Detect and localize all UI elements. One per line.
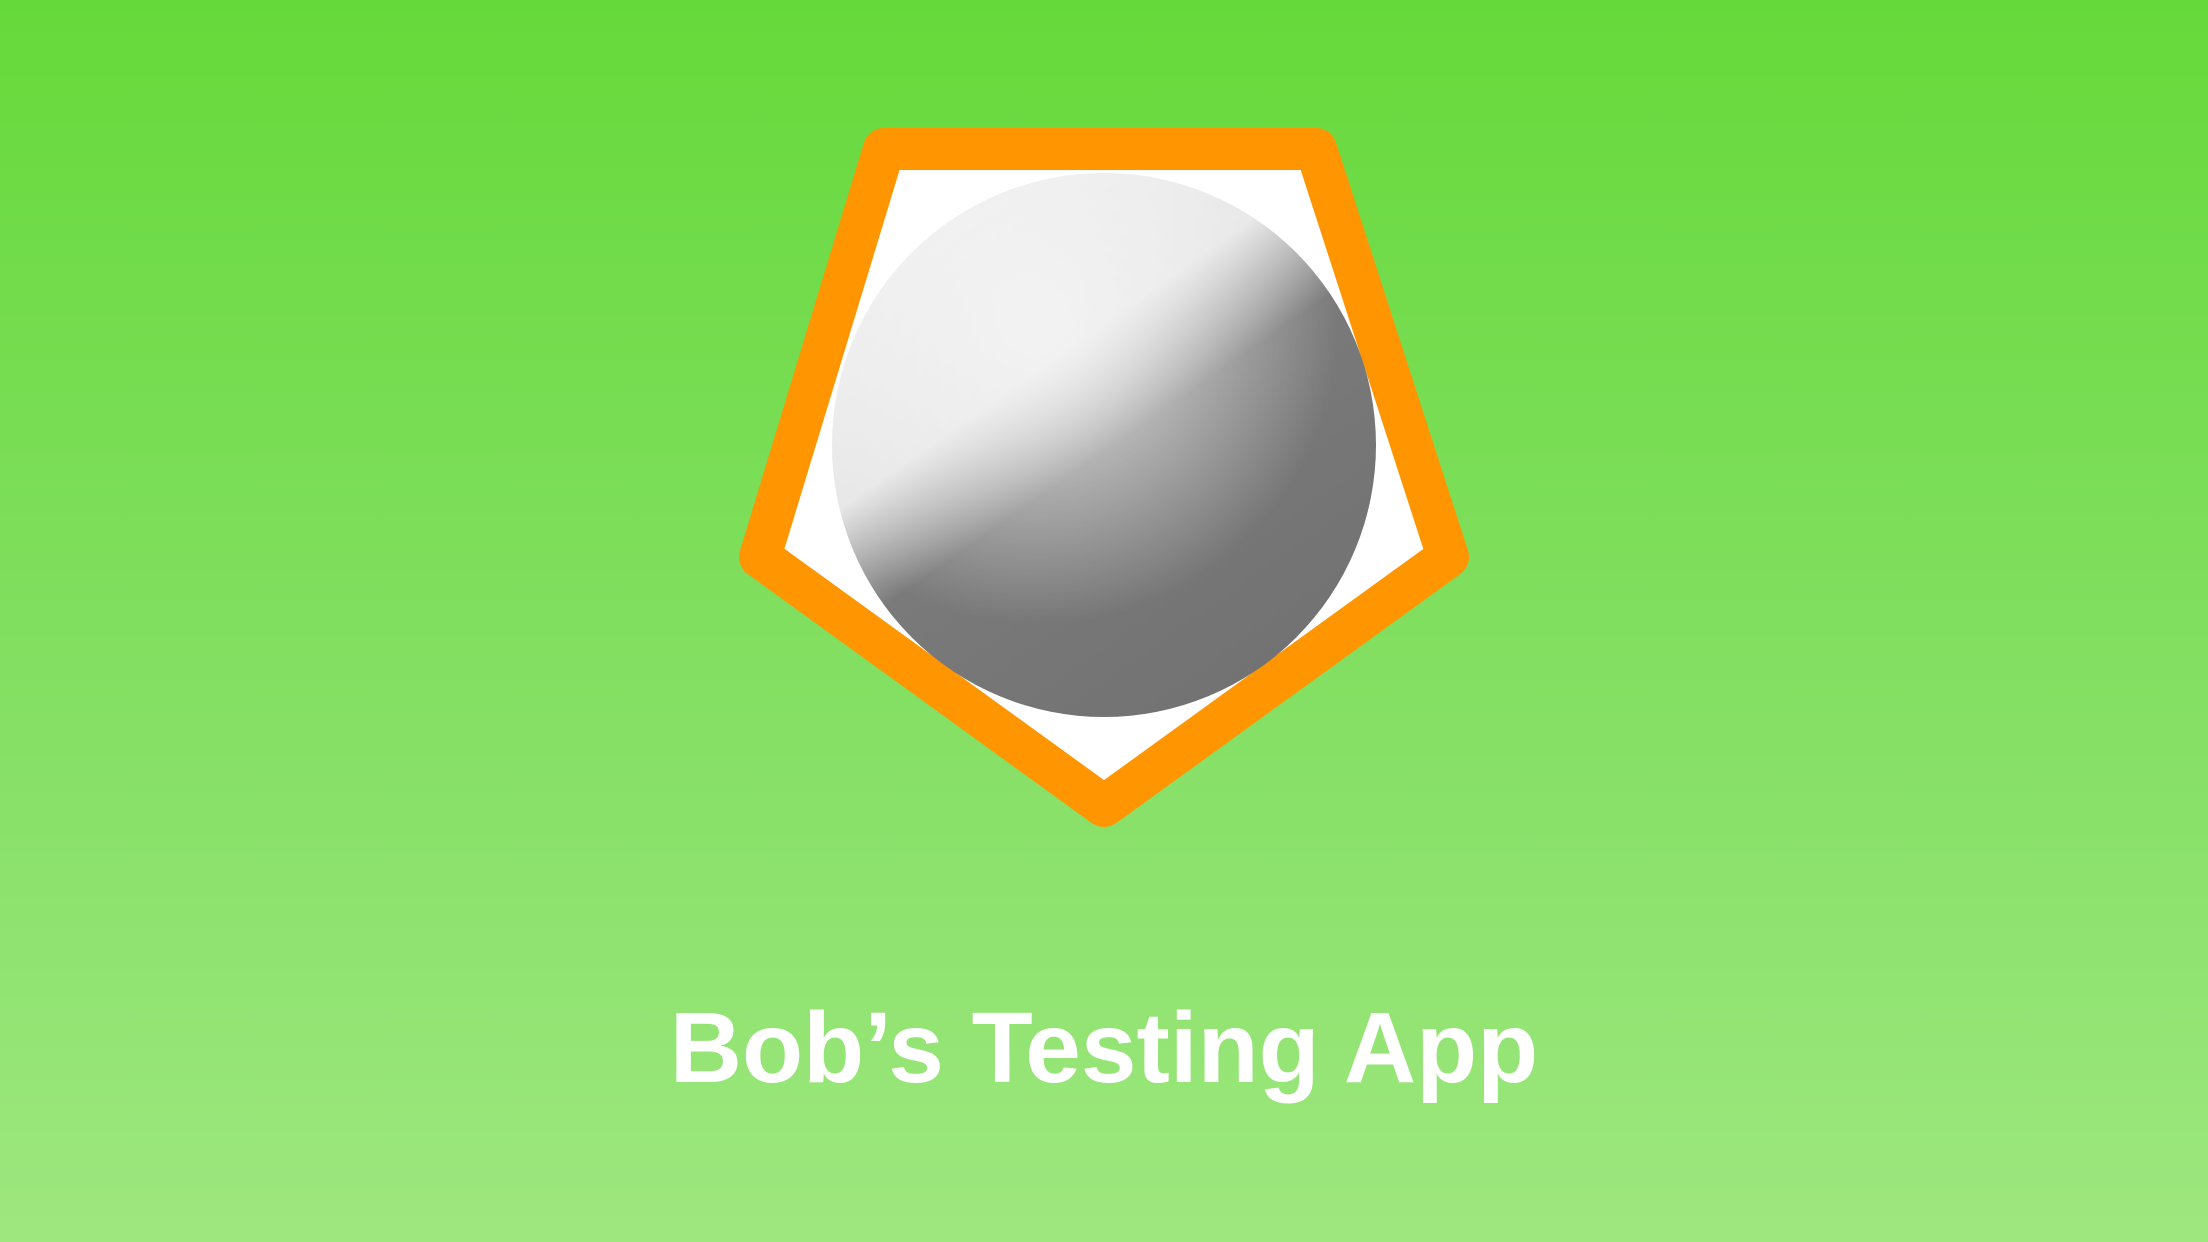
sphere-highlight bbox=[832, 173, 1376, 717]
app-title: Bob’s Testing App bbox=[669, 992, 1539, 1104]
splash-screen: Bob’s Testing App bbox=[0, 0, 2208, 1242]
app-logo-icon bbox=[739, 128, 1469, 827]
